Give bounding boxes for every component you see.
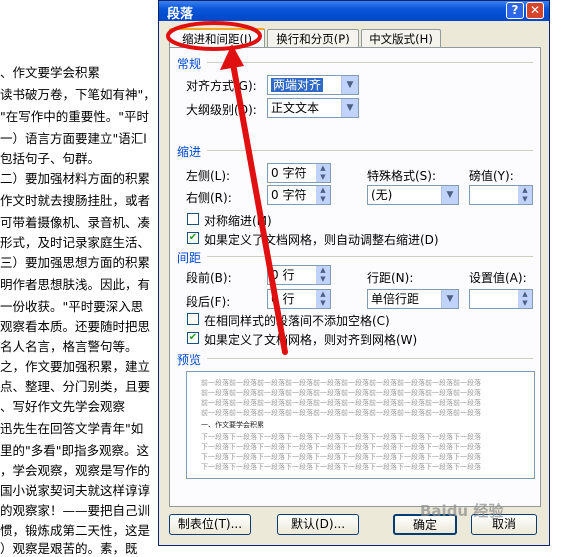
preview-prev-line: 前一段落前一段落前一段落前一段落前一段落前一段落前一段落前一段落前一段落前一段落 [201,389,481,397]
doc-line: 惯，锻炼成第二天性，这是 [0,523,151,538]
doc-line: 二）要加强材料方面的积累 [0,171,151,186]
tab-indent-spacing[interactable]: 缩进和间距(I) [169,28,265,48]
outline-level-value: 正文文本 [271,101,320,115]
default-button[interactable]: 默认(D)... [277,514,359,535]
space-after-spinner[interactable]: 0 行 ▲ ▼ [267,289,331,309]
section-spacing: 间距 [177,251,202,265]
spin-arrows-icon[interactable]: ▲ ▼ [316,186,330,204]
doc-line: 的观察家！——要把自己训 [0,503,151,518]
doc-line: 观察看本质。还要随时把思 [0,319,151,334]
line-spacing-label: 行距(N): [367,271,414,285]
section-indent: 缩进 [177,145,202,159]
right-indent-value: 0 字符 [271,188,307,202]
spin-arrows-icon[interactable]: ▲ ▼ [316,266,330,284]
doc-line: ，学会观察，观察是写作的 [0,463,151,478]
divider [207,358,533,359]
spin-arrows-icon[interactable]: ▲ ▼ [518,290,532,308]
spin-arrows-icon[interactable]: ▲ ▼ [518,186,532,204]
left-indent-value: 0 字符 [271,166,307,180]
special-indent-value: (无) [371,188,393,202]
preview-next-line: 下一段落下一段落下一段落下一段落下一段落下一段落下一段落下一段落下一段落下一段落 [201,463,481,471]
no-space-same-style-label: 在相同样式的段落间不添加空格(C) [204,314,390,328]
chevron-down-icon[interactable]: ▼ [441,290,458,308]
preview-box: 前一段落前一段落前一段落前一段落前一段落前一段落前一段落前一段落前一段落前一段落… [186,371,535,479]
divider [207,62,533,63]
tabs-button[interactable]: 制表位(T)... [169,514,251,535]
space-before-spinner[interactable]: 0 行 ▲ ▼ [267,265,331,285]
preview-next-line: 下一段落下一段落下一段落下一段落下一段落下一段落下一段落下一段落下一段落下一段落 [201,443,481,451]
divider [207,150,533,151]
help-button[interactable]: ? [506,2,524,19]
auto-adjust-label: 如果定义了文档网格，则自动调整右缩进(D) [204,233,439,247]
alignment-label: 对齐方式(G): [186,79,257,93]
title-bar[interactable]: 段落 ? ✕ [159,1,549,22]
spin-arrows-icon[interactable]: ▲ ▼ [316,290,330,308]
doc-line: 一份收获。"平时要深入思 [0,299,144,314]
doc-line: 国小说家契诃夫就这样谆谆 [0,483,151,498]
doc-line: 、作文要学会积累 [0,65,101,80]
doc-line: 可带着摄像机、录音机、凑 [0,215,151,230]
right-indent-spinner[interactable]: 0 字符 ▲ ▼ [267,185,331,205]
special-indent-select[interactable]: (无) ▼ [367,185,459,205]
preview-next-line: 下一段落下一段落下一段落下一段落下一段落下一段落下一段落下一段落下一段落下一段落 [201,433,481,441]
watermark: Baidu 经验 [420,502,504,520]
dialog-title: 段落 [167,7,194,22]
mirror-indent-label: 对称缩进(M) [204,214,272,228]
space-after-value: 0 行 [271,292,295,306]
line-spacing-select[interactable]: 单倍行距 ▼ [367,289,459,309]
chevron-down-icon[interactable]: ▼ [341,99,358,117]
no-space-same-style-checkbox[interactable] [187,313,199,325]
doc-line: 迅先生在回答文学青年"如 [0,421,144,436]
doc-line: 三）要加强思想方面的积累 [0,255,151,270]
doc-line: 之，作文要加强积累，建立 [0,359,151,374]
left-indent-label: 左侧(L): [186,169,231,183]
doc-line: 包括句子、句群。 [0,151,101,166]
tab-line-page-breaks[interactable]: 换行和分页(P) [267,29,359,47]
doc-line: 点、整理、分门别类，且要 [0,379,151,394]
preview-prev-line: 前一段落前一段落前一段落前一段落前一段落前一段落前一段落前一段落前一段落前一段落 [201,379,481,387]
outline-level-select[interactable]: 正文文本 ▼ [267,98,359,118]
space-before-label: 段前(B): [186,271,232,285]
chevron-down-icon[interactable]: ▼ [341,76,358,94]
doc-line: 读书破万卷，下笔如有神"， [0,87,156,102]
space-after-label: 段后(F): [186,295,231,309]
outline-level-label: 大纲级别(O): [186,103,257,117]
snap-to-grid-checkbox[interactable]: ✔ [187,332,199,344]
mirror-indent-checkbox[interactable] [187,213,199,225]
preview-prev-line: 前一段落前一段落前一段落前一段落前一段落前一段落前一段落前一段落前一段落前一段落 [201,409,481,417]
alignment-select[interactable]: 两端对齐 ▼ [267,75,359,95]
tab-asian-typography[interactable]: 中文版式(H) [361,29,441,47]
paragraph-dialog: 段落 ? ✕ 缩进和间距(I) 换行和分页(P) 中文版式(H) 常规 对齐方式… [158,0,550,546]
space-before-value: 0 行 [271,268,295,282]
close-button[interactable]: ✕ [526,2,544,19]
doc-line: 作文时就去搜肠挂肚，或者 [0,193,151,208]
auto-adjust-checkbox[interactable]: ✔ [187,232,199,244]
preview-next-line: 下一段落下一段落下一段落下一段落下一段落下一段落下一段落下一段落下一段落下一段落 [201,453,481,461]
indent-by-label: 磅值(Y): [469,169,514,183]
snap-to-grid-label: 如果定义了文档网格，则对齐到网格(W) [204,333,418,347]
section-preview: 预览 [177,353,202,367]
doc-line: 、写好作文先学会观察 [0,399,126,414]
left-indent-spinner[interactable]: 0 字符 ▲ ▼ [267,163,331,183]
chevron-down-icon[interactable]: ▼ [441,186,458,204]
preview-prev-line: 前一段落前一段落前一段落前一段落前一段落前一段落前一段落前一段落前一段落前一段落 [201,399,481,407]
doc-line: 明作者思想肤浅。因此，有 [0,277,151,292]
spin-arrows-icon[interactable]: ▲ ▼ [316,164,330,182]
doc-line: "在写作中的重要性。"平时 [0,109,149,124]
section-general: 常规 [177,57,202,71]
preview-sample-line: 一、作文要学会积累 [201,421,264,429]
doc-line: 里的"多看"即指多观察。这 [0,443,149,458]
spacing-at-label: 设置值(A): [469,271,527,285]
doc-line: 名人名言，格言警句等。 [0,339,138,354]
line-spacing-value: 单倍行距 [371,292,420,306]
indent-by-spinner[interactable]: ▲ ▼ [469,185,533,205]
special-indent-label: 特殊格式(S): [367,169,437,183]
divider [207,256,533,257]
right-indent-label: 右侧(R): [186,191,232,205]
doc-line: 形式，及时记录家庭生活、 [0,235,151,250]
doc-line: 一）语言方面要建立"语汇l [0,131,147,146]
alignment-value: 两端对齐 [271,78,324,92]
spacing-at-spinner[interactable]: ▲ ▼ [469,289,533,309]
doc-line: ）观察是艰苦的。素，既 [0,541,138,556]
